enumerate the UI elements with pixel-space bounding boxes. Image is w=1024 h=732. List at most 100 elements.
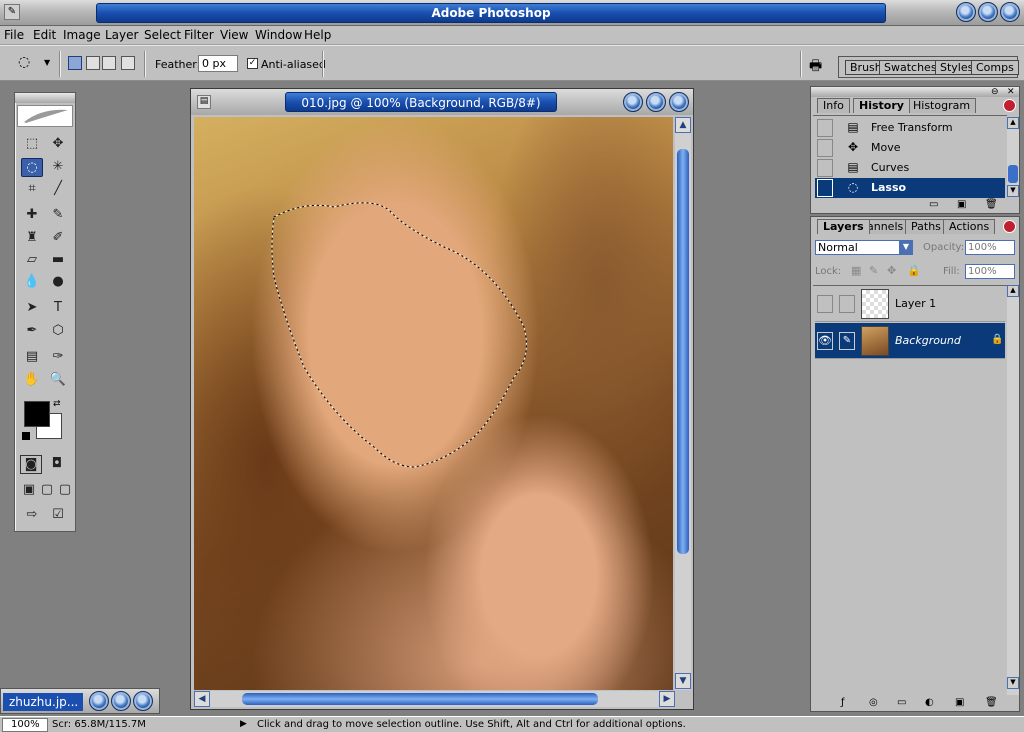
history-item[interactable]: ✥ Move <box>815 138 1005 158</box>
doc-minimize-button[interactable] <box>623 92 643 112</box>
scroll-right-arrow-icon[interactable]: ▶ <box>659 691 675 707</box>
type-tool-icon[interactable]: T <box>47 299 69 318</box>
image-canvas[interactable] <box>194 117 673 690</box>
layer-link-box[interactable] <box>839 295 855 313</box>
minimized-document-window[interactable]: zhuzhu.jp... <box>0 688 160 714</box>
dodge-tool-icon[interactable]: ● <box>47 273 69 292</box>
photoshop-app-icon[interactable]: ✎ <box>4 4 20 20</box>
history-snapshot-box[interactable] <box>817 119 833 137</box>
menu-image[interactable]: Image <box>63 28 101 42</box>
trash-icon[interactable]: 🗑 <box>985 199 998 210</box>
layer-row-selected[interactable]: 👁 ✎ Background 🔒 <box>815 323 1005 359</box>
shape-tool-icon[interactable]: ⬡ <box>47 322 69 341</box>
well-tab-swatches[interactable]: Swatches <box>879 60 942 75</box>
tab-info[interactable]: Info <box>817 98 850 113</box>
tab-history[interactable]: History <box>853 98 910 113</box>
history-brush-tool-icon[interactable]: ✐ <box>47 229 69 248</box>
edit-in-imageready-icon[interactable]: ☑ <box>47 506 69 525</box>
horizontal-scroll-thumb[interactable] <box>242 693 598 705</box>
well-tab-comps[interactable]: Comps <box>971 60 1019 75</box>
menu-edit[interactable]: Edit <box>33 28 56 42</box>
layer-row[interactable]: Layer 1 <box>815 286 1005 322</box>
photoshop-feather-logo[interactable] <box>17 105 73 127</box>
new-selection-mode-button[interactable] <box>68 56 82 70</box>
scroll-down-arrow-icon[interactable]: ▼ <box>1007 185 1019 197</box>
scroll-down-arrow-icon[interactable]: ▼ <box>675 673 691 689</box>
document-titlebar[interactable]: ▤ 010.jpg @ 100% (Background, RGB/8#) <box>191 89 693 115</box>
layer-visibility-toggle[interactable] <box>817 295 833 313</box>
menu-window[interactable]: Window <box>255 28 302 42</box>
swap-colors-icon[interactable]: ⇄ <box>53 399 61 409</box>
history-item[interactable]: ▤ Free Transform <box>815 118 1005 138</box>
layer-mask-icon[interactable]: ◎ <box>869 697 878 708</box>
history-snapshot-box[interactable] <box>817 179 833 197</box>
anti-aliased-checkbox[interactable]: ✓ <box>247 58 258 69</box>
panel-minimize-icon[interactable]: ⊖ <box>991 87 999 97</box>
doc-maximize-button[interactable] <box>646 92 666 112</box>
new-layer-icon[interactable]: ▣ <box>955 697 964 708</box>
panel-close-icon[interactable]: ✕ <box>1007 87 1015 97</box>
file-browser-icon[interactable]: 🖶 <box>809 55 829 74</box>
menu-select[interactable]: Select <box>144 28 181 42</box>
marquee-tool-icon[interactable]: ⬚ <box>21 135 43 154</box>
gradient-tool-icon[interactable]: ▬ <box>47 251 69 270</box>
layers-scrollbar[interactable]: ▲ ▼ <box>1007 285 1019 695</box>
tab-actions[interactable]: Actions <box>943 219 996 234</box>
eye-icon[interactable]: 👁 <box>817 332 833 350</box>
layers-panel-menu-icon[interactable] <box>1003 220 1016 233</box>
magic-wand-tool-icon[interactable]: ✳ <box>47 158 69 177</box>
scroll-left-arrow-icon[interactable]: ◀ <box>194 691 210 707</box>
adjustment-layer-icon[interactable]: ◐ <box>925 697 934 708</box>
history-snapshot-box[interactable] <box>817 139 833 157</box>
horizontal-scrollbar[interactable]: ◀ ▶ <box>194 691 675 707</box>
lasso-preset-icon[interactable]: ◌ <box>18 54 38 72</box>
crop-tool-icon[interactable]: ⌗ <box>21 180 43 199</box>
scroll-down-arrow-icon[interactable]: ▼ <box>1007 677 1019 689</box>
feather-input[interactable] <box>198 55 238 72</box>
history-panel-handle[interactable] <box>811 87 1019 97</box>
fill-input[interactable]: 100% <box>965 264 1015 279</box>
tab-histogram[interactable]: Histogram <box>907 98 977 113</box>
notes-tool-icon[interactable]: ▤ <box>21 348 43 367</box>
doc-close-button[interactable] <box>669 92 689 112</box>
intersect-selection-mode-button[interactable] <box>121 56 135 70</box>
tab-paths[interactable]: Paths <box>905 219 947 234</box>
menu-file[interactable]: File <box>4 28 24 42</box>
menu-layer[interactable]: Layer <box>105 28 138 42</box>
status-menu-arrow-icon[interactable]: ▶ <box>240 719 247 729</box>
new-snapshot-icon[interactable]: ▣ <box>957 199 966 210</box>
jump-to-imageready-icon[interactable]: ⇨ <box>21 506 43 525</box>
path-selection-tool-icon[interactable]: ➤ <box>21 299 43 318</box>
screen-mode-full-icon[interactable]: ▢ <box>54 481 76 500</box>
zoom-tool-icon[interactable]: 🔍 <box>47 371 69 390</box>
preset-chevron-down-icon[interactable]: ▼ <box>44 58 50 67</box>
move-tool-icon[interactable]: ✥ <box>47 135 69 154</box>
maximize-button[interactable] <box>978 2 998 22</box>
mindoc-close-button[interactable] <box>133 691 153 711</box>
toolbox-handle[interactable] <box>15 93 75 103</box>
standard-mode-icon[interactable]: ◙ <box>20 455 42 474</box>
scroll-up-arrow-icon[interactable]: ▲ <box>1007 285 1019 297</box>
trash-icon[interactable]: 🗑 <box>985 697 998 708</box>
lock-transparency-icon[interactable]: ▦ <box>851 264 861 277</box>
vertical-scroll-thumb[interactable] <box>677 149 689 554</box>
subtract-from-selection-mode-button[interactable] <box>102 56 116 70</box>
add-to-selection-mode-button[interactable] <box>86 56 100 70</box>
history-panel-menu-icon[interactable] <box>1003 99 1016 112</box>
lock-all-icon[interactable]: 🔒 <box>907 264 921 277</box>
lock-position-icon[interactable]: ✥ <box>887 264 896 277</box>
history-snapshot-box[interactable] <box>817 159 833 177</box>
default-colors-icon[interactable] <box>22 432 30 440</box>
menu-filter[interactable]: Filter <box>184 28 214 42</box>
blend-chevron-down-icon[interactable]: ▼ <box>899 241 913 254</box>
brush-tool-icon[interactable]: ✎ <box>47 206 69 225</box>
slice-tool-icon[interactable]: ╱ <box>47 180 69 199</box>
history-scroll-thumb[interactable] <box>1008 165 1018 183</box>
new-group-icon[interactable]: ▭ <box>897 697 906 708</box>
brush-icon[interactable]: ✎ <box>839 332 855 350</box>
quick-mask-mode-icon[interactable]: ◘ <box>46 455 68 474</box>
pen-tool-icon[interactable]: ✒ <box>21 322 43 341</box>
foreground-color-swatch[interactable] <box>24 401 50 427</box>
clone-stamp-tool-icon[interactable]: ♜ <box>21 229 43 248</box>
minimize-button[interactable] <box>956 2 976 22</box>
